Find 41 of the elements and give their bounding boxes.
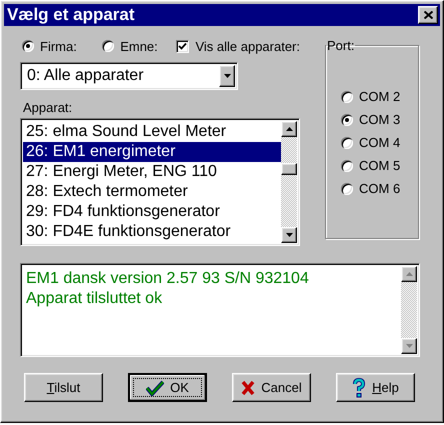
radio-button[interactable] (102, 40, 114, 52)
dropdown[interactable]: 0: Alle apparater (20, 62, 238, 90)
radio-button[interactable] (22, 40, 34, 52)
list-item[interactable]: 30: FD4E funktionsgenerator (23, 222, 281, 242)
list-label: Apparat: (23, 100, 74, 116)
radio-label: Emne: (120, 38, 158, 54)
dialog-button[interactable]: Help (336, 373, 415, 402)
up-arrow-icon[interactable] (286, 127, 292, 131)
cross-icon (241, 380, 256, 396)
close-icon (424, 11, 432, 19)
radio-button[interactable] (341, 114, 353, 126)
checkbox[interactable] (176, 40, 190, 52)
radio-button[interactable] (341, 90, 353, 102)
dialog-button[interactable]: Cancel (232, 373, 311, 402)
window-title: Vælg et apparat (7, 5, 135, 25)
radio-label: COM 5 (359, 158, 400, 173)
close-button[interactable] (418, 6, 438, 24)
list-item[interactable]: 28: Extech termometer (23, 182, 281, 202)
dialog-button[interactable]: Tilslut (24, 373, 103, 402)
radio-label: COM 4 (359, 135, 400, 150)
list-item[interactable]: 29: FD4 funktionsgenerator (23, 202, 281, 222)
radio-label: COM 6 (359, 181, 400, 196)
list-item[interactable]: 25: elma Sound Level Meter (23, 122, 281, 142)
radio-label: COM 2 (359, 89, 400, 104)
group-label: Port: (326, 38, 356, 53)
down-arrow-icon[interactable] (286, 233, 292, 237)
list-item[interactable]: 27: Energi Meter, ENG 110 (23, 162, 281, 182)
scrollbar[interactable] (281, 121, 297, 243)
radio-label: COM 3 (359, 112, 400, 127)
check-icon (146, 380, 164, 396)
radio-button[interactable] (341, 160, 353, 172)
message-line: EM1 dansk version 2.57 93 S/N 932104 (26, 269, 310, 289)
question-mark-icon (352, 378, 366, 398)
radio-button[interactable] (341, 136, 353, 148)
list-item[interactable]: 26: EM1 energimeter (23, 142, 281, 162)
dialog-button[interactable]: OK (128, 373, 207, 402)
radio-button[interactable] (341, 182, 353, 194)
radio-label: Firma: (40, 38, 77, 54)
message-line: Apparat tilsluttet ok (26, 289, 164, 309)
scroll-thumb[interactable] (281, 163, 297, 175)
checkbox-label: Vis alle apparater: (195, 38, 300, 54)
